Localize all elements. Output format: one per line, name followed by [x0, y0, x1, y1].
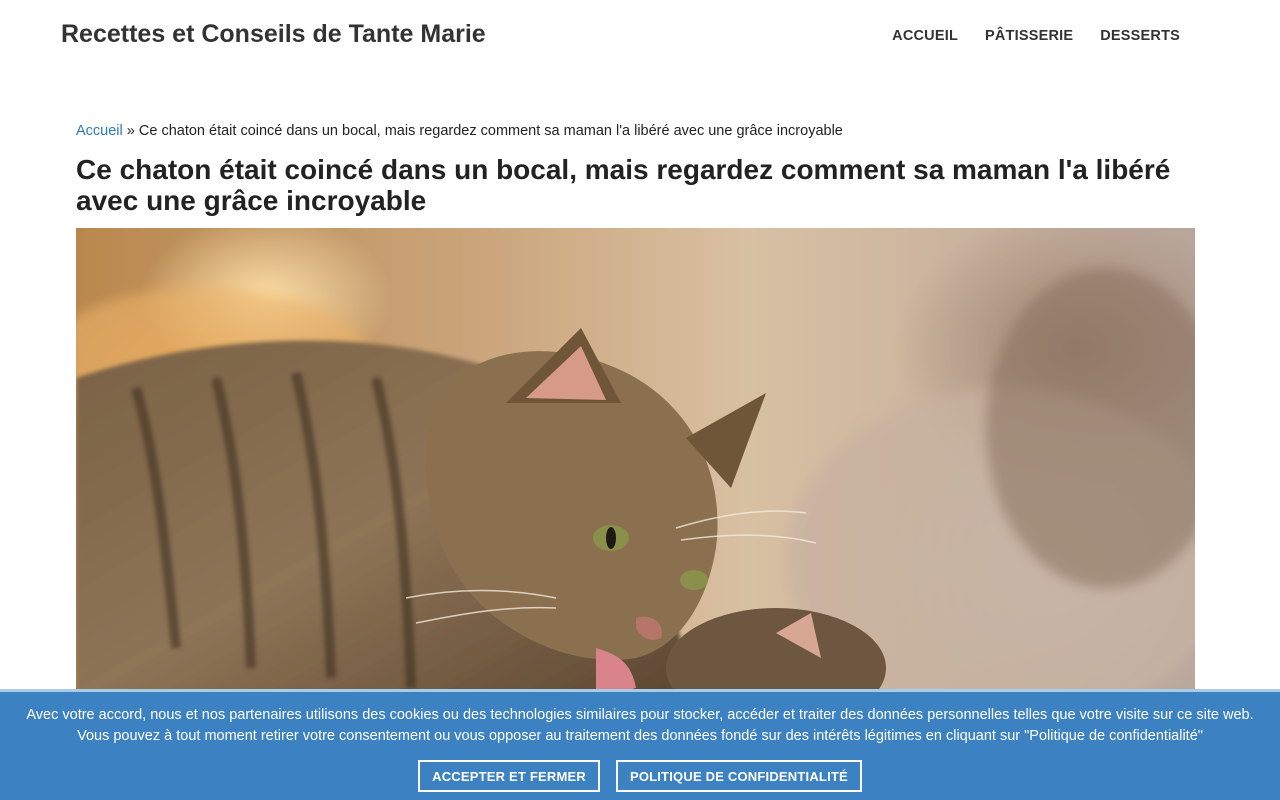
- cookie-consent-text: Avec votre accord, nous et nos partenair…: [26, 707, 1254, 744]
- article-content: Accueil » Ce chaton était coincé dans un…: [76, 122, 1195, 216]
- accept-and-close-button[interactable]: ACCEPTER ET FERMER: [418, 760, 600, 792]
- breadcrumb-home-link[interactable]: Accueil: [76, 123, 123, 139]
- cookie-consent-banner: Avec votre accord, nous et nos partenair…: [0, 689, 1280, 800]
- nav-item-patisserie[interactable]: PÂTISSERIE: [985, 28, 1073, 44]
- breadcrumb-current: Ce chaton était coincé dans un bocal, ma…: [138, 123, 843, 139]
- nav-item-accueil[interactable]: ACCUEIL: [892, 28, 958, 44]
- breadcrumb: Accueil » Ce chaton était coincé dans un…: [76, 122, 1195, 140]
- cookie-actions: ACCEPTER ET FERMER POLITIQUE DE CONFIDEN…: [0, 760, 1280, 792]
- site-header: Recettes et Conseils de Tante Marie ACCU…: [0, 0, 1280, 72]
- nav-item-desserts[interactable]: DESSERTS: [1100, 28, 1180, 44]
- article-title: Ce chaton était coincé dans un bocal, ma…: [76, 154, 1171, 216]
- page: Recettes et Conseils de Tante Marie ACCU…: [0, 0, 1280, 800]
- featured-image: [76, 228, 1195, 698]
- site-title-link[interactable]: Recettes et Conseils de Tante Marie: [61, 20, 486, 49]
- cat-photo-illustration: [76, 268, 1195, 698]
- breadcrumb-separator: »: [122, 123, 139, 139]
- privacy-policy-button[interactable]: POLITIQUE DE CONFIDENTIALITÉ: [615, 760, 862, 792]
- main-nav: ACCUEIL PÂTISSERIE DESSERTS: [892, 28, 1180, 44]
